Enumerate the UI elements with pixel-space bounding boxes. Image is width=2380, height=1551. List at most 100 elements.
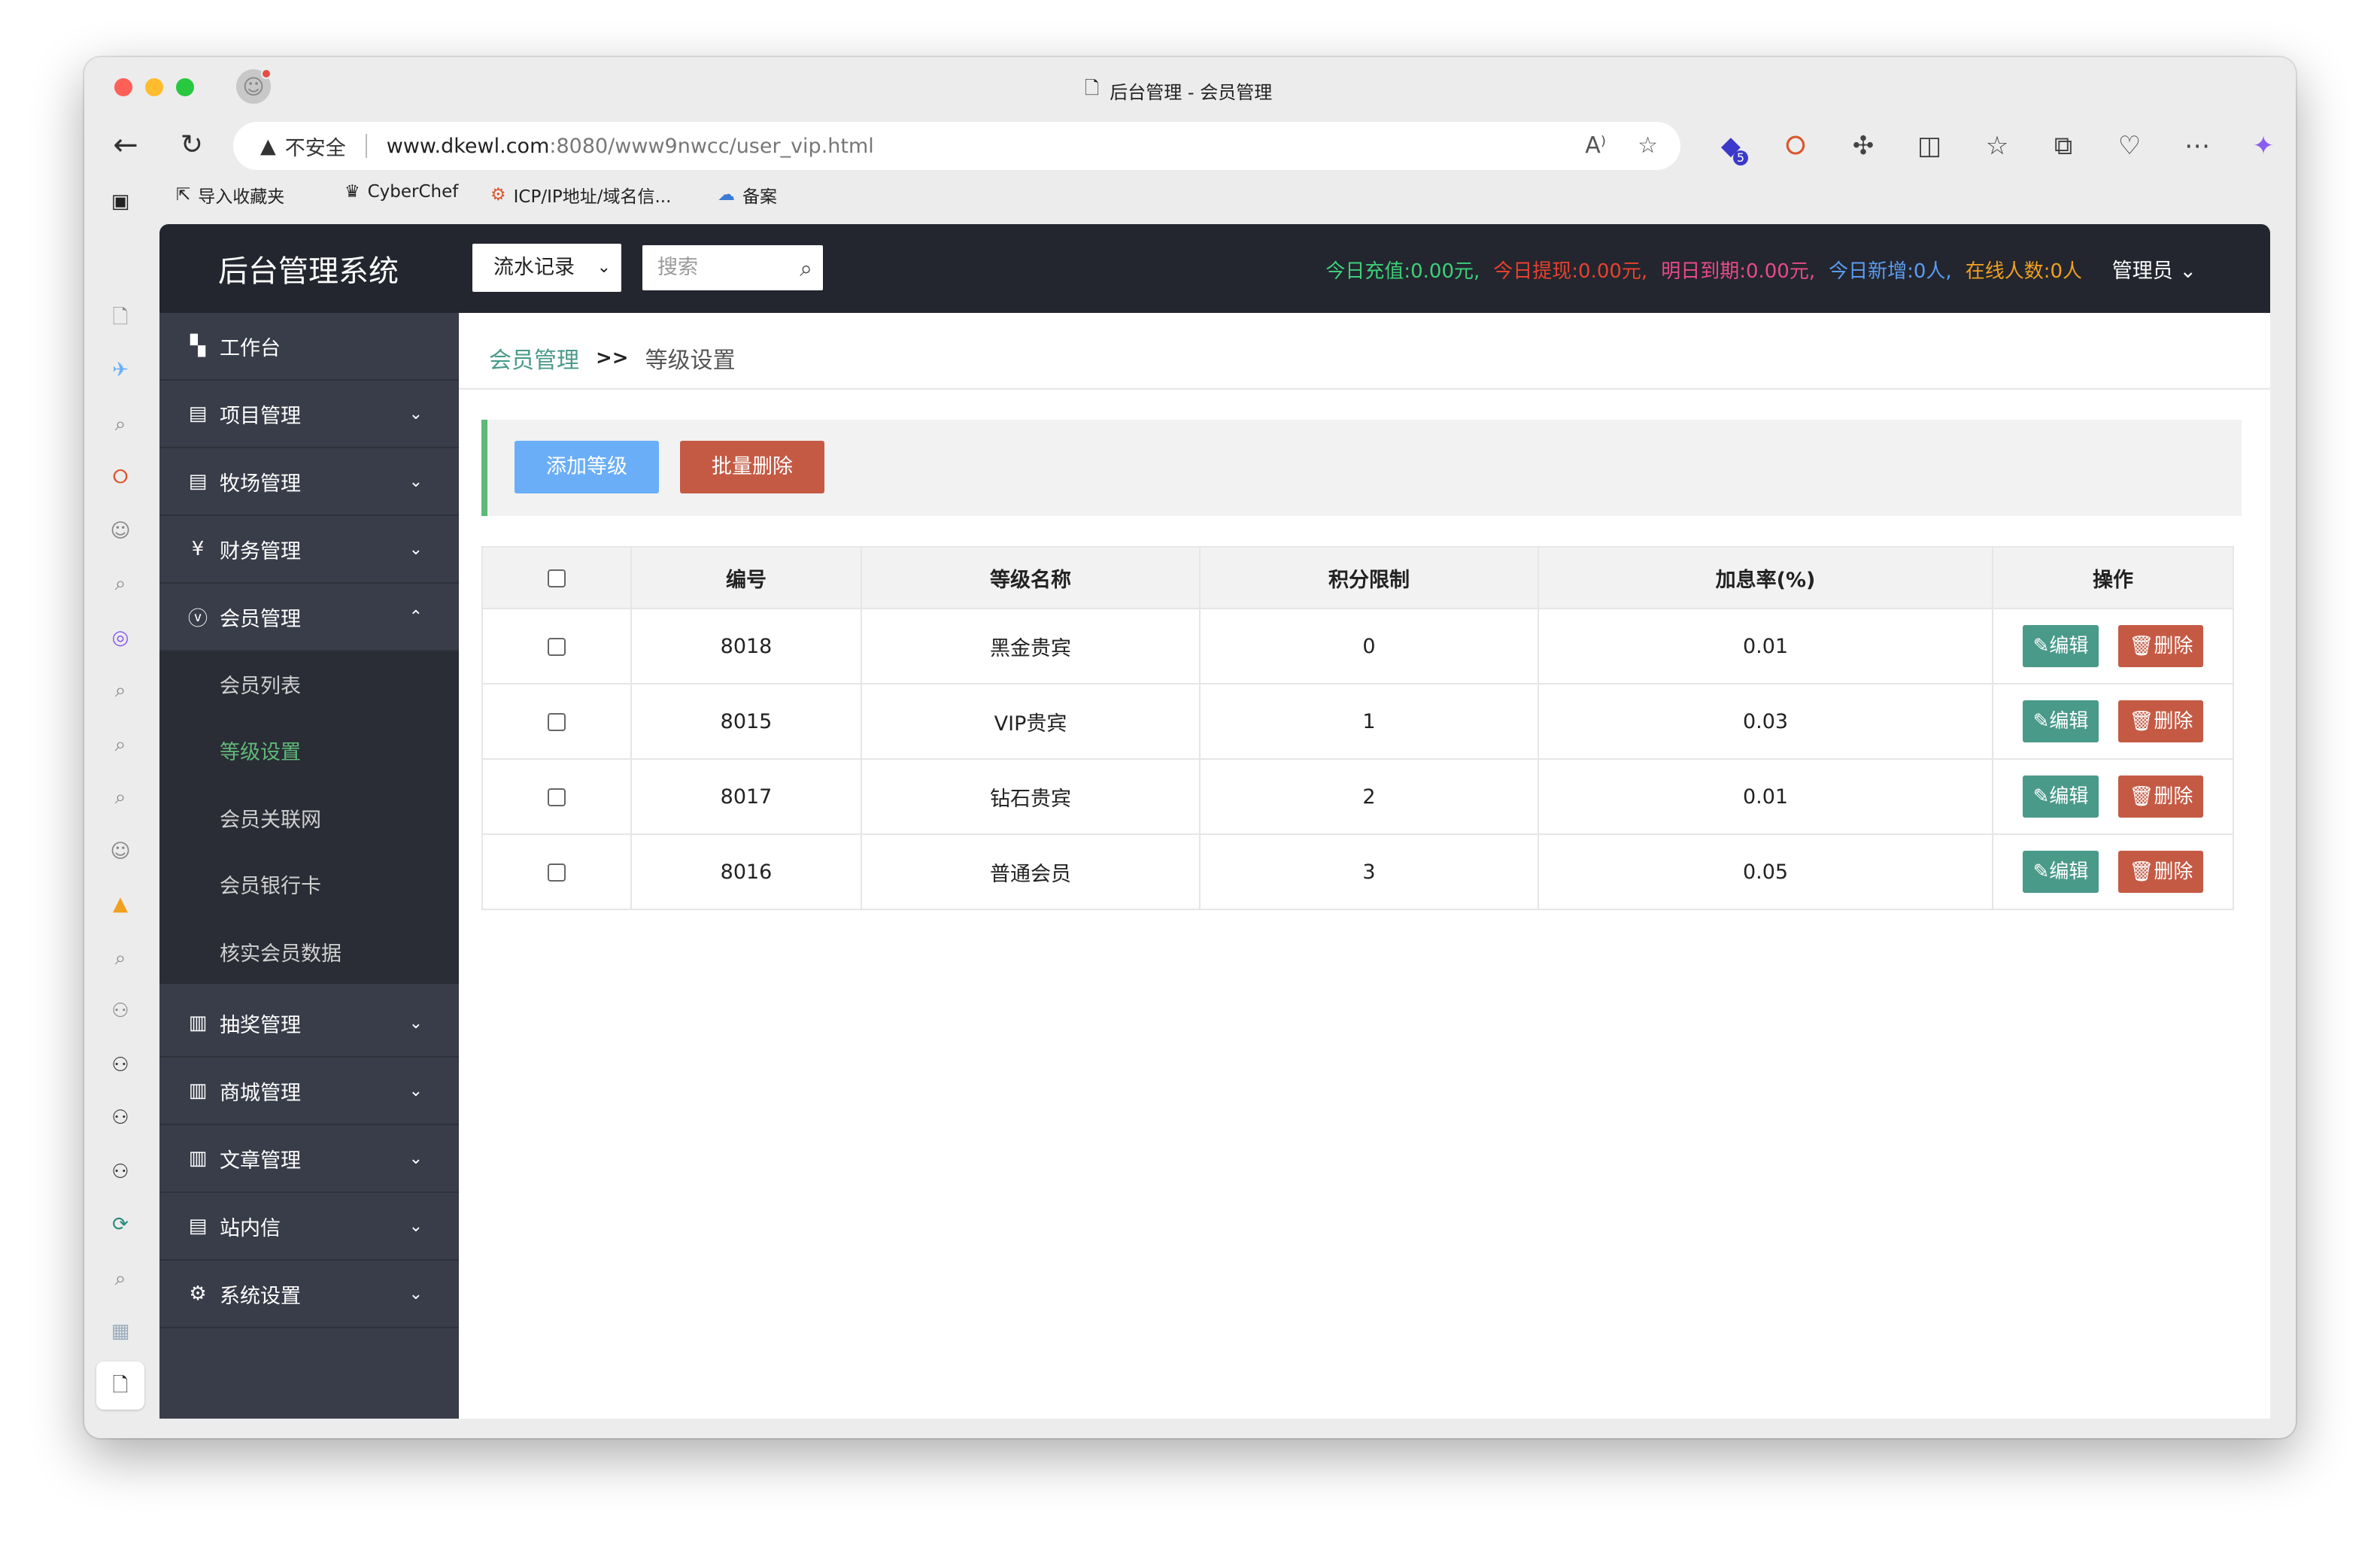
bookmark-icp[interactable]: ⚙ ICP/IP地址/域名信... bbox=[490, 182, 671, 208]
vertical-tab-link-icon[interactable]: ⚇ bbox=[105, 996, 135, 1026]
profile-avatar[interactable]: ☺ bbox=[236, 68, 272, 104]
edit-button[interactable]: ✎编辑 bbox=[2022, 625, 2099, 667]
add-level-button[interactable]: 添加等级 bbox=[515, 441, 659, 493]
chevron-down-icon: ⌄ bbox=[408, 1081, 423, 1100]
delete-button[interactable]: 🗑删除 bbox=[2118, 625, 2204, 667]
cell-level-name: 普通会员 bbox=[861, 833, 1201, 910]
delete-button[interactable]: 🗑删除 bbox=[2118, 776, 2204, 818]
vertical-tab-image-icon[interactable]: ▦ bbox=[105, 1316, 135, 1346]
vertical-tab-link-icon[interactable]: ⚇ bbox=[105, 1103, 135, 1133]
web-page: 后台管理系统 流水记录 ⌄ 搜索 ⌕ 今日充值:0.00元, 今日提现:0.00元,… bbox=[159, 224, 2270, 1419]
cell-level-name: 黑金贵宾 bbox=[861, 608, 1201, 684]
submenu-member-bankcard[interactable]: 会员银行卡 bbox=[220, 870, 321, 899]
vertical-tab-search-icon[interactable]: ⌕ bbox=[105, 730, 135, 760]
cloud-icon: ☁ bbox=[718, 185, 735, 205]
vertical-tab-search-icon[interactable]: ⌕ bbox=[105, 943, 135, 973]
vertical-tab-search-icon[interactable]: ⌕ bbox=[105, 569, 135, 599]
sidebar-item-members[interactable]: ⓥ 会员管理 ⌃ bbox=[159, 584, 459, 651]
extension-ring-icon[interactable]: ⭘ bbox=[1777, 129, 1814, 162]
chevron-down-icon: ⌄ bbox=[2179, 260, 2196, 283]
row-checkbox[interactable] bbox=[548, 788, 566, 806]
vertical-tab-link-icon[interactable]: ⚇ bbox=[105, 1050, 135, 1080]
sidebar: ▚ 工作台 ▤ 项目管理 ⌄ ▤ 牧场管理 ⌄ ¥ 财务管理 ⌄ ⓥ 会员管理 ⌃ 会员列表 等级… bbox=[159, 313, 459, 1419]
reload-icon[interactable]: ↻ bbox=[173, 126, 211, 164]
edit-icon: ✎ bbox=[2032, 710, 2050, 733]
minimize-window-button[interactable] bbox=[145, 78, 163, 96]
chevron-down-icon: ⌄ bbox=[408, 472, 423, 491]
copilot-icon[interactable]: ✦ bbox=[2245, 129, 2282, 162]
split-screen-icon[interactable]: ◫ bbox=[1911, 129, 1948, 162]
row-checkbox[interactable] bbox=[548, 864, 566, 882]
new-tab-plus-icon[interactable]: + bbox=[105, 1434, 135, 1438]
vertical-tab-refresh-icon[interactable]: ⟳ bbox=[105, 1210, 135, 1240]
breadcrumb-parent[interactable]: 会员管理 bbox=[489, 341, 579, 375]
vertical-tab-triangle-icon[interactable]: ▲ bbox=[105, 889, 135, 919]
edit-button[interactable]: ✎编辑 bbox=[2022, 776, 2099, 818]
vertical-tab-link-icon[interactable]: ⚇ bbox=[105, 1157, 135, 1187]
sidebar-item-workbench[interactable]: ▚ 工作台 bbox=[159, 313, 459, 381]
sidebar-item-messages[interactable]: ▤ 站内信 ⌄ bbox=[159, 1193, 459, 1261]
chevron-down-icon: ⌄ bbox=[597, 258, 611, 277]
vertical-tab-ring-icon[interactable]: ⭘ bbox=[105, 462, 135, 492]
sidebar-item-projects[interactable]: ▤ 项目管理 ⌄ bbox=[159, 381, 459, 448]
vertical-tab-plane-icon[interactable]: ✈ bbox=[105, 355, 135, 385]
tab-actions-icon[interactable]: ▣ bbox=[105, 187, 135, 217]
vertical-tab-avatar-icon[interactable]: ☺ bbox=[105, 836, 135, 867]
bookmark-import[interactable]: ⇱ 导入收藏夹 bbox=[176, 182, 284, 208]
search-icon[interactable]: ⌕ bbox=[800, 247, 812, 292]
sidebar-item-system-settings[interactable]: ⚙ 系统设置 ⌄ bbox=[159, 1261, 459, 1328]
vertical-tab-active-page-icon[interactable]: 🗋 bbox=[96, 1361, 144, 1410]
bookmark-cyberchef[interactable]: ♛ CyberChef bbox=[345, 182, 458, 202]
vertical-tab-circle-icon[interactable]: ◎ bbox=[105, 623, 135, 653]
vertical-tab-search-icon[interactable]: ⌕ bbox=[105, 782, 135, 812]
submenu-level-settings[interactable]: 等级设置 bbox=[220, 736, 301, 765]
back-arrow-icon[interactable]: ← bbox=[107, 126, 144, 164]
vertical-tab-avatar-icon[interactable]: ☺ bbox=[105, 516, 135, 546]
health-icon[interactable]: ♡ bbox=[2111, 129, 2148, 162]
extension-badge: 5 bbox=[1733, 150, 1748, 165]
favorite-star-icon[interactable]: ☆ bbox=[1638, 132, 1658, 159]
submenu-member-network[interactable]: 会员关联网 bbox=[220, 803, 321, 833]
admin-menu[interactable]: 管理员 ⌄ bbox=[2112, 254, 2196, 284]
edit-button[interactable]: ✎编辑 bbox=[2022, 851, 2099, 893]
collections-icon[interactable]: ⧉ bbox=[2045, 129, 2082, 162]
trash-icon: 🗑 bbox=[2129, 860, 2154, 883]
extensions-puzzle-icon[interactable]: ✣ bbox=[1844, 129, 1882, 162]
row-checkbox[interactable] bbox=[548, 713, 566, 731]
warning-icon: ▲ bbox=[260, 134, 276, 158]
edit-icon: ✎ bbox=[2032, 785, 2050, 808]
cell-rate: 0.01 bbox=[1538, 758, 1993, 835]
delete-button[interactable]: 🗑删除 bbox=[2118, 700, 2204, 742]
bookmark-beian[interactable]: ☁ 备案 bbox=[718, 182, 777, 208]
sidebar-item-mall[interactable]: ▥ 商城管理 ⌄ bbox=[159, 1058, 459, 1125]
edit-button[interactable]: ✎编辑 bbox=[2022, 700, 2099, 742]
zoom-window-button[interactable] bbox=[176, 78, 194, 96]
extension-shield-icon[interactable]: ◆ 5 bbox=[1712, 129, 1750, 165]
chevron-down-icon: ⌄ bbox=[408, 1216, 423, 1236]
vertical-tab-search-icon[interactable]: ⌕ bbox=[105, 1264, 135, 1294]
record-select[interactable]: 流水记录 ⌄ bbox=[472, 244, 621, 292]
vertical-tab-search-icon[interactable]: ⌕ bbox=[105, 675, 135, 706]
read-aloud-icon[interactable]: A⁾ bbox=[1585, 132, 1606, 159]
vertical-tab-search-icon[interactable]: ⌕ bbox=[105, 409, 135, 439]
submenu-member-list[interactable]: 会员列表 bbox=[220, 669, 301, 699]
search-input[interactable]: 搜索 ⌕ bbox=[642, 245, 823, 290]
favorites-icon[interactable]: ☆ bbox=[1978, 129, 2016, 162]
cell-id: 8017 bbox=[630, 758, 862, 835]
sidebar-item-articles[interactable]: ▥ 文章管理 ⌄ bbox=[159, 1125, 459, 1193]
cell-rate: 0.01 bbox=[1538, 608, 1993, 684]
row-checkbox[interactable] bbox=[548, 638, 566, 656]
close-window-button[interactable] bbox=[114, 78, 132, 96]
sidebar-item-finance[interactable]: ¥ 财务管理 ⌄ bbox=[159, 516, 459, 584]
vertical-tab-page-icon[interactable]: 🗋 bbox=[105, 302, 135, 332]
address-bar[interactable]: ▲ 不安全 www.dkewl.com:8080/www9nwcc/user_vi… bbox=[233, 122, 1680, 170]
security-warning[interactable]: ▲ 不安全 bbox=[260, 132, 346, 161]
column-operations: 操作 bbox=[1992, 546, 2234, 609]
delete-button[interactable]: 🗑删除 bbox=[2118, 851, 2204, 893]
batch-delete-button[interactable]: 批量删除 bbox=[680, 441, 824, 493]
select-all-checkbox[interactable] bbox=[548, 569, 566, 587]
sidebar-item-lottery[interactable]: ▥ 抽奖管理 ⌄ bbox=[159, 990, 459, 1058]
more-options-icon[interactable]: ⋯ bbox=[2178, 129, 2216, 162]
submenu-verify-member-data[interactable]: 核实会员数据 bbox=[220, 937, 342, 967]
sidebar-item-ranch[interactable]: ▤ 牧场管理 ⌄ bbox=[159, 448, 459, 516]
